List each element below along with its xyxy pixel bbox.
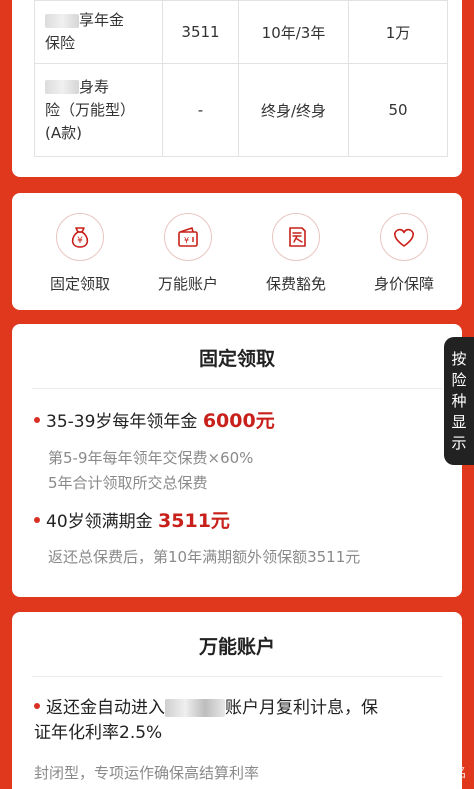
account-item: 返还金自动进入 账户月复利计息，保 证年化利率2.5% xyxy=(34,698,378,743)
amount-cell: 50 xyxy=(348,63,448,157)
redacted-text xyxy=(165,699,225,717)
plan-table: 享年金 保险 3511 10年/3年 1万 身寿 险（万能型） (A款) - 终… xyxy=(34,0,448,157)
amount-cell: 1万 xyxy=(348,0,448,64)
feature-label: 固定领取 xyxy=(49,275,110,293)
annuity-detail: 第5-9年每年领年交保费×60% xyxy=(48,449,254,467)
annuity-detail: 5年合计领取所交总保费 xyxy=(48,474,208,492)
universal-account-card: 万能账户 返还金自动进入 账户月复利计息，保 证年化利率2.5% 封闭型，专项运作… xyxy=(12,612,462,789)
feature-life-protection[interactable]: 身价保障 xyxy=(352,213,456,294)
svg-text:¥: ¥ xyxy=(77,236,83,246)
premium-cell: - xyxy=(162,63,239,157)
maturity-amount: 3511元 xyxy=(158,510,230,532)
feature-fixed-collect[interactable]: ¥ 固定领取 xyxy=(28,213,132,294)
wallet-icon: ¥ xyxy=(164,213,212,261)
annuity-amount: 6000元 xyxy=(202,410,275,432)
redacted-text xyxy=(45,80,79,94)
maturity-detail: 返还总保费后，第10年满期额外领保额3511元 xyxy=(48,548,361,566)
bullet-dot xyxy=(34,517,40,523)
heart-icon xyxy=(380,213,428,261)
premium-cell: 3511 xyxy=(162,0,239,64)
redacted-text xyxy=(45,13,79,28)
product-name-cell: 享年金 保险 xyxy=(34,0,163,64)
table-row: 身寿 险（万能型） (A款) - 终身/终身 50 xyxy=(34,63,448,157)
feature-label: 身价保障 xyxy=(373,275,434,293)
fixed-collect-card: 固定领取 35-39岁每年领年金 6000元 第5-9年每年领年交保费×60% … xyxy=(12,324,462,597)
bullet-dot xyxy=(34,703,40,709)
feature-premium-exemption[interactable]: 保费豁免 xyxy=(244,213,348,294)
product-name-cell: 身寿 险（万能型） (A款) xyxy=(34,63,163,157)
term-cell: 终身/终身 xyxy=(238,63,349,157)
svg-text:¥: ¥ xyxy=(184,236,189,245)
annuity-item: 35-39岁每年领年金 6000元 xyxy=(34,406,446,433)
account-detail: 封闭型，专项运作确保高结算利率 xyxy=(34,764,260,782)
plan-table-card: 享年金 保险 3511 10年/3年 1万 身寿 险（万能型） (A款) - 终… xyxy=(12,0,462,177)
exemption-icon xyxy=(272,213,320,261)
table-row: 享年金 保险 3511 10年/3年 1万 xyxy=(34,0,448,64)
section-title: 固定领取 xyxy=(198,348,275,370)
bullet-dot xyxy=(34,417,40,423)
term-cell: 10年/3年 xyxy=(238,0,349,64)
divider xyxy=(32,388,442,389)
features-card: ¥ 固定领取 ¥ 万能账户 保费豁免 身价保障 xyxy=(12,193,462,310)
feature-label: 保费豁免 xyxy=(265,275,326,293)
divider xyxy=(32,676,442,677)
feature-universal-account[interactable]: ¥ 万能账户 xyxy=(136,213,240,294)
feature-label: 万能账户 xyxy=(157,275,218,293)
watermark: 知乎 @小洺 xyxy=(396,766,466,781)
maturity-item: 40岁领满期金 3511元 xyxy=(34,506,446,533)
section-title: 万能账户 xyxy=(198,636,275,658)
show-by-plan-tab[interactable]: 按 险 种 显 示 xyxy=(444,337,474,465)
money-bag-icon: ¥ xyxy=(56,213,104,261)
